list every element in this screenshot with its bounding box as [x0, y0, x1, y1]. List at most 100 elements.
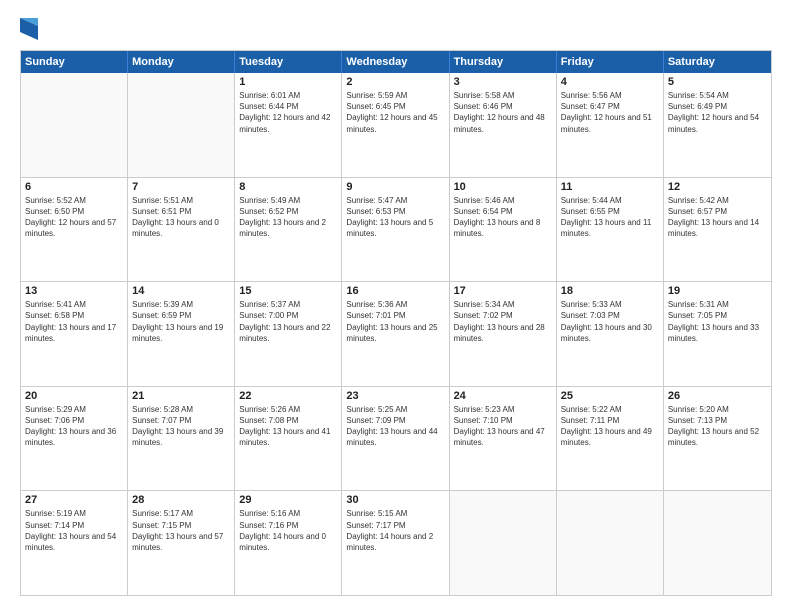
day-cell-16: 16Sunrise: 5:36 AM Sunset: 7:01 PM Dayli… [342, 282, 449, 386]
day-number: 15 [239, 285, 337, 297]
empty-cell [128, 73, 235, 177]
day-number: 7 [132, 181, 230, 193]
day-number: 8 [239, 181, 337, 193]
weekday-header-saturday: Saturday [664, 51, 771, 73]
day-number: 21 [132, 390, 230, 402]
day-cell-5: 5 Sunrise: 5:54 AM Sunset: 6:49 PM Daylig… [664, 73, 771, 177]
day-cell-19: 19 Sunrise: 5:31 AM Sunset: 7:05 PM Dayli… [664, 282, 771, 386]
day-info: Sunrise: 5:56 AM Sunset: 6:47 PM Dayligh… [561, 90, 659, 135]
day-number: 12 [668, 181, 767, 193]
day-info: Sunrise: 5:17 AM Sunset: 7:15 PM Dayligh… [132, 508, 230, 553]
calendar-header: SundayMondayTuesdayWednesdayThursdayFrid… [21, 51, 771, 73]
calendar-week-2: 6 Sunrise: 5:52 AM Sunset: 6:50 PM Daylig… [21, 178, 771, 283]
weekday-header-sunday: Sunday [21, 51, 128, 73]
day-info: Sunrise: 5:52 AM Sunset: 6:50 PM Dayligh… [25, 195, 123, 240]
day-number: 18 [561, 285, 659, 297]
day-info: Sunrise: 5:49 AM Sunset: 6:52 PM Dayligh… [239, 195, 337, 240]
day-number: 13 [25, 285, 123, 297]
day-cell-2: 2 Sunrise: 5:59 AM Sunset: 6:45 PM Daylig… [342, 73, 449, 177]
day-cell-14: 14Sunrise: 5:39 AM Sunset: 6:59 PM Dayli… [128, 282, 235, 386]
day-cell-10: 10 Sunrise: 5:46 AM Sunset: 6:54 PM Dayli… [450, 178, 557, 282]
day-info: Sunrise: 5:29 AM Sunset: 7:06 PM Dayligh… [25, 404, 123, 449]
day-cell-29: 29 Sunrise: 5:16 AM Sunset: 7:16 PM Dayli… [235, 491, 342, 595]
day-cell-8: 8 Sunrise: 5:49 AM Sunset: 6:52 PM Daylig… [235, 178, 342, 282]
day-number: 9 [346, 181, 444, 193]
weekday-header-friday: Friday [557, 51, 664, 73]
day-cell-26: 26 Sunrise: 5:20 AM Sunset: 7:13 PM Dayli… [664, 387, 771, 491]
day-cell-12: 12Sunrise: 5:42 AM Sunset: 6:57 PM Dayli… [664, 178, 771, 282]
day-cell-7: 7 Sunrise: 5:51 AM Sunset: 6:51 PM Daylig… [128, 178, 235, 282]
day-cell-17: 17Sunrise: 5:34 AM Sunset: 7:02 PM Dayli… [450, 282, 557, 386]
day-number: 29 [239, 494, 337, 506]
day-number: 20 [25, 390, 123, 402]
day-cell-15: 15 Sunrise: 5:37 AM Sunset: 7:00 PM Dayli… [235, 282, 342, 386]
day-info: Sunrise: 5:26 AM Sunset: 7:08 PM Dayligh… [239, 404, 337, 449]
empty-cell [557, 491, 664, 595]
day-info: Sunrise: 5:16 AM Sunset: 7:16 PM Dayligh… [239, 508, 337, 553]
weekday-header-monday: Monday [128, 51, 235, 73]
day-info: Sunrise: 5:36 AM Sunset: 7:01 PM Dayligh… [346, 299, 444, 344]
day-info: Sunrise: 5:15 AM Sunset: 7:17 PM Dayligh… [346, 508, 444, 553]
empty-cell [21, 73, 128, 177]
day-number: 26 [668, 390, 767, 402]
day-cell-11: 11 Sunrise: 5:44 AM Sunset: 6:55 PM Dayli… [557, 178, 664, 282]
day-info: Sunrise: 5:31 AM Sunset: 7:05 PM Dayligh… [668, 299, 767, 344]
day-info: Sunrise: 5:37 AM Sunset: 7:00 PM Dayligh… [239, 299, 337, 344]
day-info: Sunrise: 5:51 AM Sunset: 6:51 PM Dayligh… [132, 195, 230, 240]
day-number: 19 [668, 285, 767, 297]
logo-icon [20, 18, 38, 40]
day-cell-3: 3 Sunrise: 5:58 AM Sunset: 6:46 PM Daylig… [450, 73, 557, 177]
day-number: 25 [561, 390, 659, 402]
calendar-week-1: 1Sunrise: 6:01 AM Sunset: 6:44 PM Daylig… [21, 73, 771, 178]
day-number: 23 [346, 390, 444, 402]
day-number: 27 [25, 494, 123, 506]
day-info: Sunrise: 5:19 AM Sunset: 7:14 PM Dayligh… [25, 508, 123, 553]
day-info: Sunrise: 5:22 AM Sunset: 7:11 PM Dayligh… [561, 404, 659, 449]
day-number: 4 [561, 76, 659, 88]
day-cell-18: 18 Sunrise: 5:33 AM Sunset: 7:03 PM Dayli… [557, 282, 664, 386]
calendar-week-5: 27 Sunrise: 5:19 AM Sunset: 7:14 PM Dayli… [21, 491, 771, 595]
day-info: Sunrise: 5:44 AM Sunset: 6:55 PM Dayligh… [561, 195, 659, 240]
day-cell-30: 30 Sunrise: 5:15 AM Sunset: 7:17 PM Dayli… [342, 491, 449, 595]
day-cell-24: 24Sunrise: 5:23 AM Sunset: 7:10 PM Dayli… [450, 387, 557, 491]
day-number: 22 [239, 390, 337, 402]
day-number: 6 [25, 181, 123, 193]
weekday-header-wednesday: Wednesday [342, 51, 449, 73]
page: SundayMondayTuesdayWednesdayThursdayFrid… [0, 0, 792, 612]
day-info: Sunrise: 5:46 AM Sunset: 6:54 PM Dayligh… [454, 195, 552, 240]
day-info: Sunrise: 5:20 AM Sunset: 7:13 PM Dayligh… [668, 404, 767, 449]
weekday-header-tuesday: Tuesday [235, 51, 342, 73]
day-info: Sunrise: 5:54 AM Sunset: 6:49 PM Dayligh… [668, 90, 767, 135]
empty-cell [664, 491, 771, 595]
day-info: Sunrise: 6:01 AM Sunset: 6:44 PM Dayligh… [239, 90, 337, 135]
calendar-week-3: 13Sunrise: 5:41 AM Sunset: 6:58 PM Dayli… [21, 282, 771, 387]
day-cell-21: 21 Sunrise: 5:28 AM Sunset: 7:07 PM Dayli… [128, 387, 235, 491]
logo [20, 16, 42, 40]
day-number: 24 [454, 390, 552, 402]
day-info: Sunrise: 5:59 AM Sunset: 6:45 PM Dayligh… [346, 90, 444, 135]
day-cell-20: 20 Sunrise: 5:29 AM Sunset: 7:06 PM Dayli… [21, 387, 128, 491]
day-cell-13: 13Sunrise: 5:41 AM Sunset: 6:58 PM Dayli… [21, 282, 128, 386]
day-number: 28 [132, 494, 230, 506]
day-number: 11 [561, 181, 659, 193]
day-number: 3 [454, 76, 552, 88]
day-number: 5 [668, 76, 767, 88]
day-number: 2 [346, 76, 444, 88]
day-cell-22: 22 Sunrise: 5:26 AM Sunset: 7:08 PM Dayli… [235, 387, 342, 491]
day-number: 30 [346, 494, 444, 506]
day-number: 10 [454, 181, 552, 193]
calendar-body: 1Sunrise: 6:01 AM Sunset: 6:44 PM Daylig… [21, 73, 771, 595]
day-info: Sunrise: 5:28 AM Sunset: 7:07 PM Dayligh… [132, 404, 230, 449]
empty-cell [450, 491, 557, 595]
day-cell-6: 6 Sunrise: 5:52 AM Sunset: 6:50 PM Daylig… [21, 178, 128, 282]
day-cell-28: 28 Sunrise: 5:17 AM Sunset: 7:15 PM Dayli… [128, 491, 235, 595]
calendar-week-4: 20 Sunrise: 5:29 AM Sunset: 7:06 PM Dayli… [21, 387, 771, 492]
day-number: 14 [132, 285, 230, 297]
header [20, 16, 772, 40]
day-info: Sunrise: 5:58 AM Sunset: 6:46 PM Dayligh… [454, 90, 552, 135]
day-cell-25: 25 Sunrise: 5:22 AM Sunset: 7:11 PM Dayli… [557, 387, 664, 491]
day-cell-1: 1Sunrise: 6:01 AM Sunset: 6:44 PM Daylig… [235, 73, 342, 177]
weekday-header-thursday: Thursday [450, 51, 557, 73]
day-info: Sunrise: 5:33 AM Sunset: 7:03 PM Dayligh… [561, 299, 659, 344]
day-cell-4: 4 Sunrise: 5:56 AM Sunset: 6:47 PM Daylig… [557, 73, 664, 177]
